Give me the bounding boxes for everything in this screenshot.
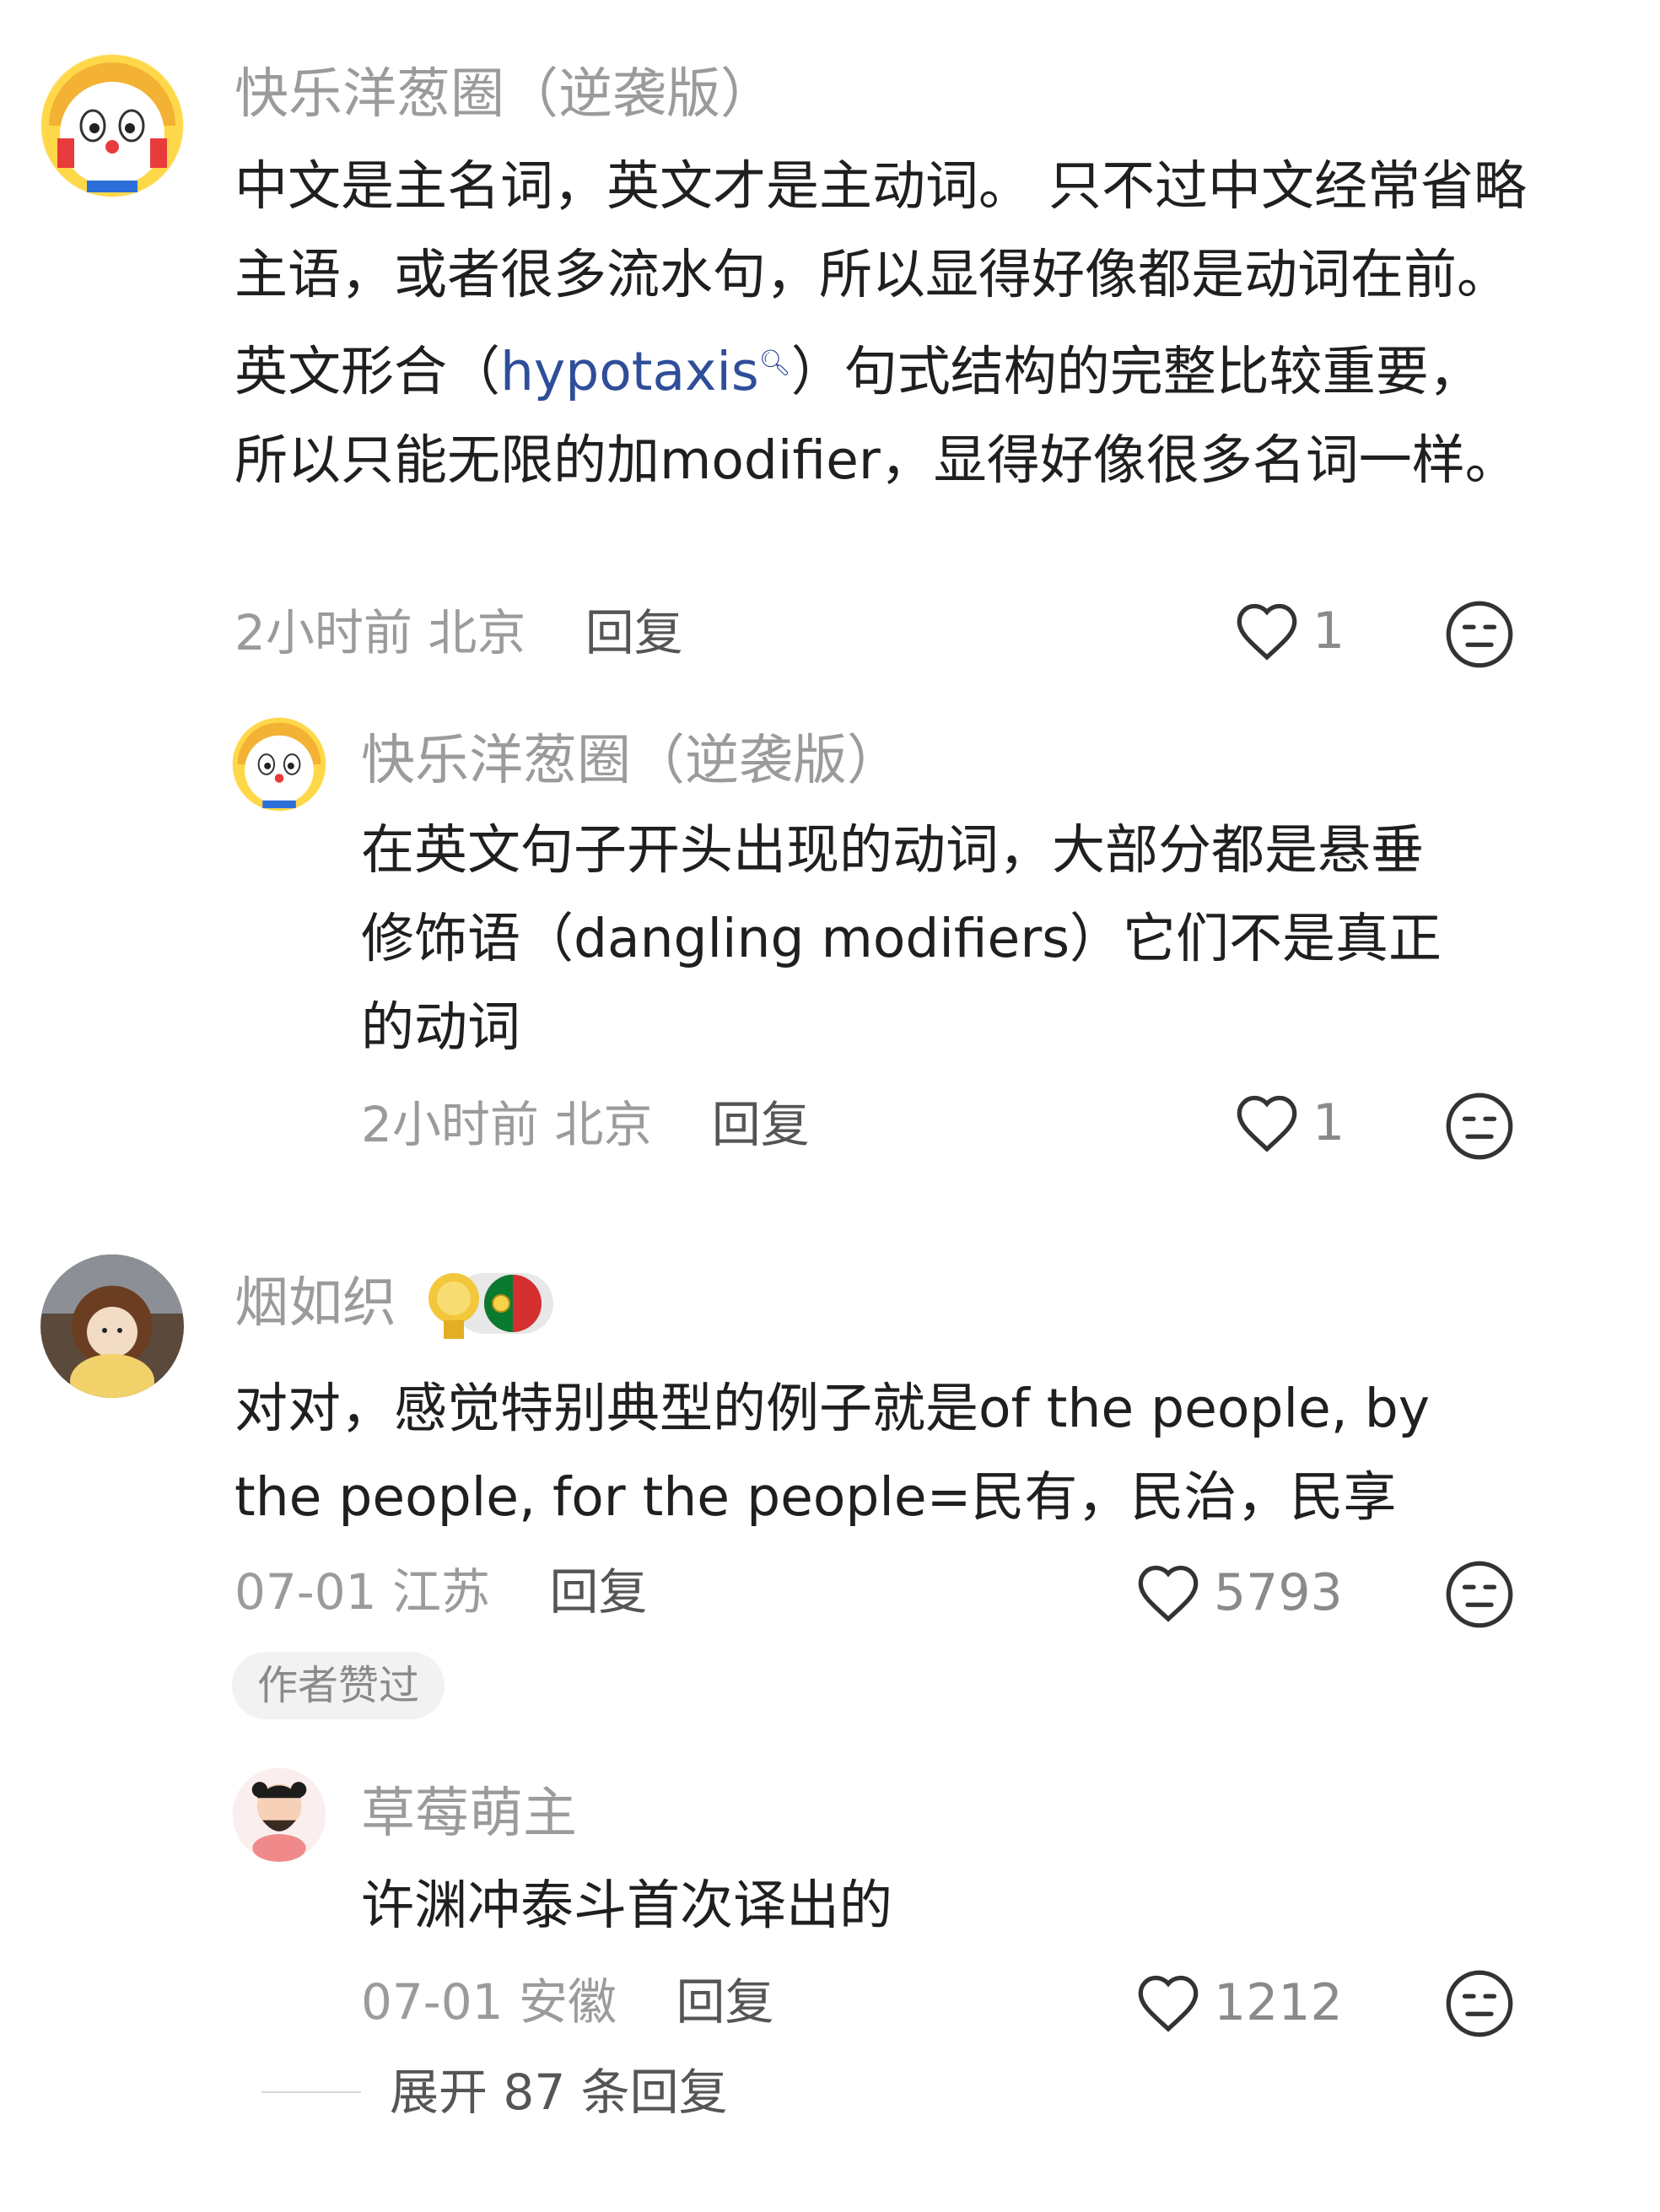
heart-outline-icon — [1237, 1095, 1297, 1152]
avatar[interactable] — [232, 717, 326, 812]
comment-location: 安徽 — [518, 1973, 617, 2031]
like-button[interactable]: 1 — [1233, 1093, 1345, 1153]
neutral-face-icon[interactable] — [1444, 1559, 1515, 1633]
comment-time: 07-01 — [234, 1563, 377, 1621]
author-liked-badge: 作者赞过 — [232, 1652, 445, 1719]
comment-meta: 07-01 江苏 回复 — [234, 1562, 647, 1621]
comment-text: 在英文句子开头出现的动词，大部分都是悬垂修饰语（dangling modifie… — [361, 819, 1442, 1058]
like-button[interactable]: 1 — [1233, 601, 1345, 661]
neutral-face-icon[interactable] — [1444, 1968, 1515, 2042]
comment-username[interactable]: 烟如织 — [234, 1270, 396, 1337]
comment-location: 北京 — [428, 604, 526, 661]
reply-button[interactable]: 回复 — [712, 1096, 810, 1153]
like-count: 1212 — [1214, 1973, 1343, 2032]
comment-meta: 2小时前 北京 回复 — [234, 603, 683, 662]
comment-meta: 2小时前 北京 回复 — [361, 1095, 810, 1154]
comment-username[interactable]: 快乐洋葱圈（逆袭版） — [361, 727, 901, 795]
like-button[interactable]: 5793 — [1135, 1562, 1343, 1623]
search-icon[interactable]: 🔍︎ — [759, 348, 791, 378]
comment-time: 2小时前 — [361, 1096, 539, 1153]
avatar[interactable] — [232, 1767, 326, 1862]
avatar[interactable] — [40, 54, 184, 197]
like-count: 1 — [1312, 1093, 1345, 1152]
expand-replies-button[interactable]: 展开 87 条回复 — [390, 2063, 728, 2122]
medal-portugal-flag-icon[interactable] — [420, 1261, 555, 1349]
hypotaxis-link[interactable]: hypotaxis — [500, 341, 759, 402]
comment-meta: 07-01 安徽 回复 — [361, 1972, 773, 2031]
heart-outline-icon — [1138, 1565, 1199, 1622]
comment-text: 对对，感觉特别典型的例子就是of the people, by the peop… — [234, 1378, 1431, 1528]
comment-username[interactable]: 草莓萌主 — [361, 1780, 577, 1848]
comment-time: 2小时前 — [234, 604, 412, 661]
comment-username[interactable]: 快乐洋葱圈（逆袭版） — [234, 61, 774, 128]
expand-divider — [261, 2091, 361, 2093]
neutral-face-icon[interactable] — [1444, 1091, 1515, 1165]
like-count: 1 — [1312, 602, 1345, 661]
avatar[interactable] — [40, 1254, 184, 1398]
heart-outline-icon — [1237, 603, 1297, 661]
neutral-face-icon[interactable] — [1444, 599, 1515, 673]
heart-outline-icon — [1138, 1975, 1199, 2032]
reply-button[interactable]: 回复 — [549, 1563, 647, 1621]
comment-location: 北京 — [554, 1096, 653, 1153]
comment-location: 江苏 — [391, 1563, 490, 1621]
comment-text: 中文是主名词，英文才是主动词。 只不过中文经常省略主语，或者很多流水句，所以显得… — [234, 142, 1533, 504]
like-button[interactable]: 1212 — [1135, 1972, 1343, 2033]
comment-text: 许渊冲泰斗首次译出的 — [361, 1875, 892, 1936]
reply-button[interactable]: 回复 — [676, 1973, 773, 2031]
comment-time: 07-01 — [361, 1973, 504, 2031]
like-count: 5793 — [1214, 1563, 1343, 1622]
reply-button[interactable]: 回复 — [585, 604, 683, 661]
